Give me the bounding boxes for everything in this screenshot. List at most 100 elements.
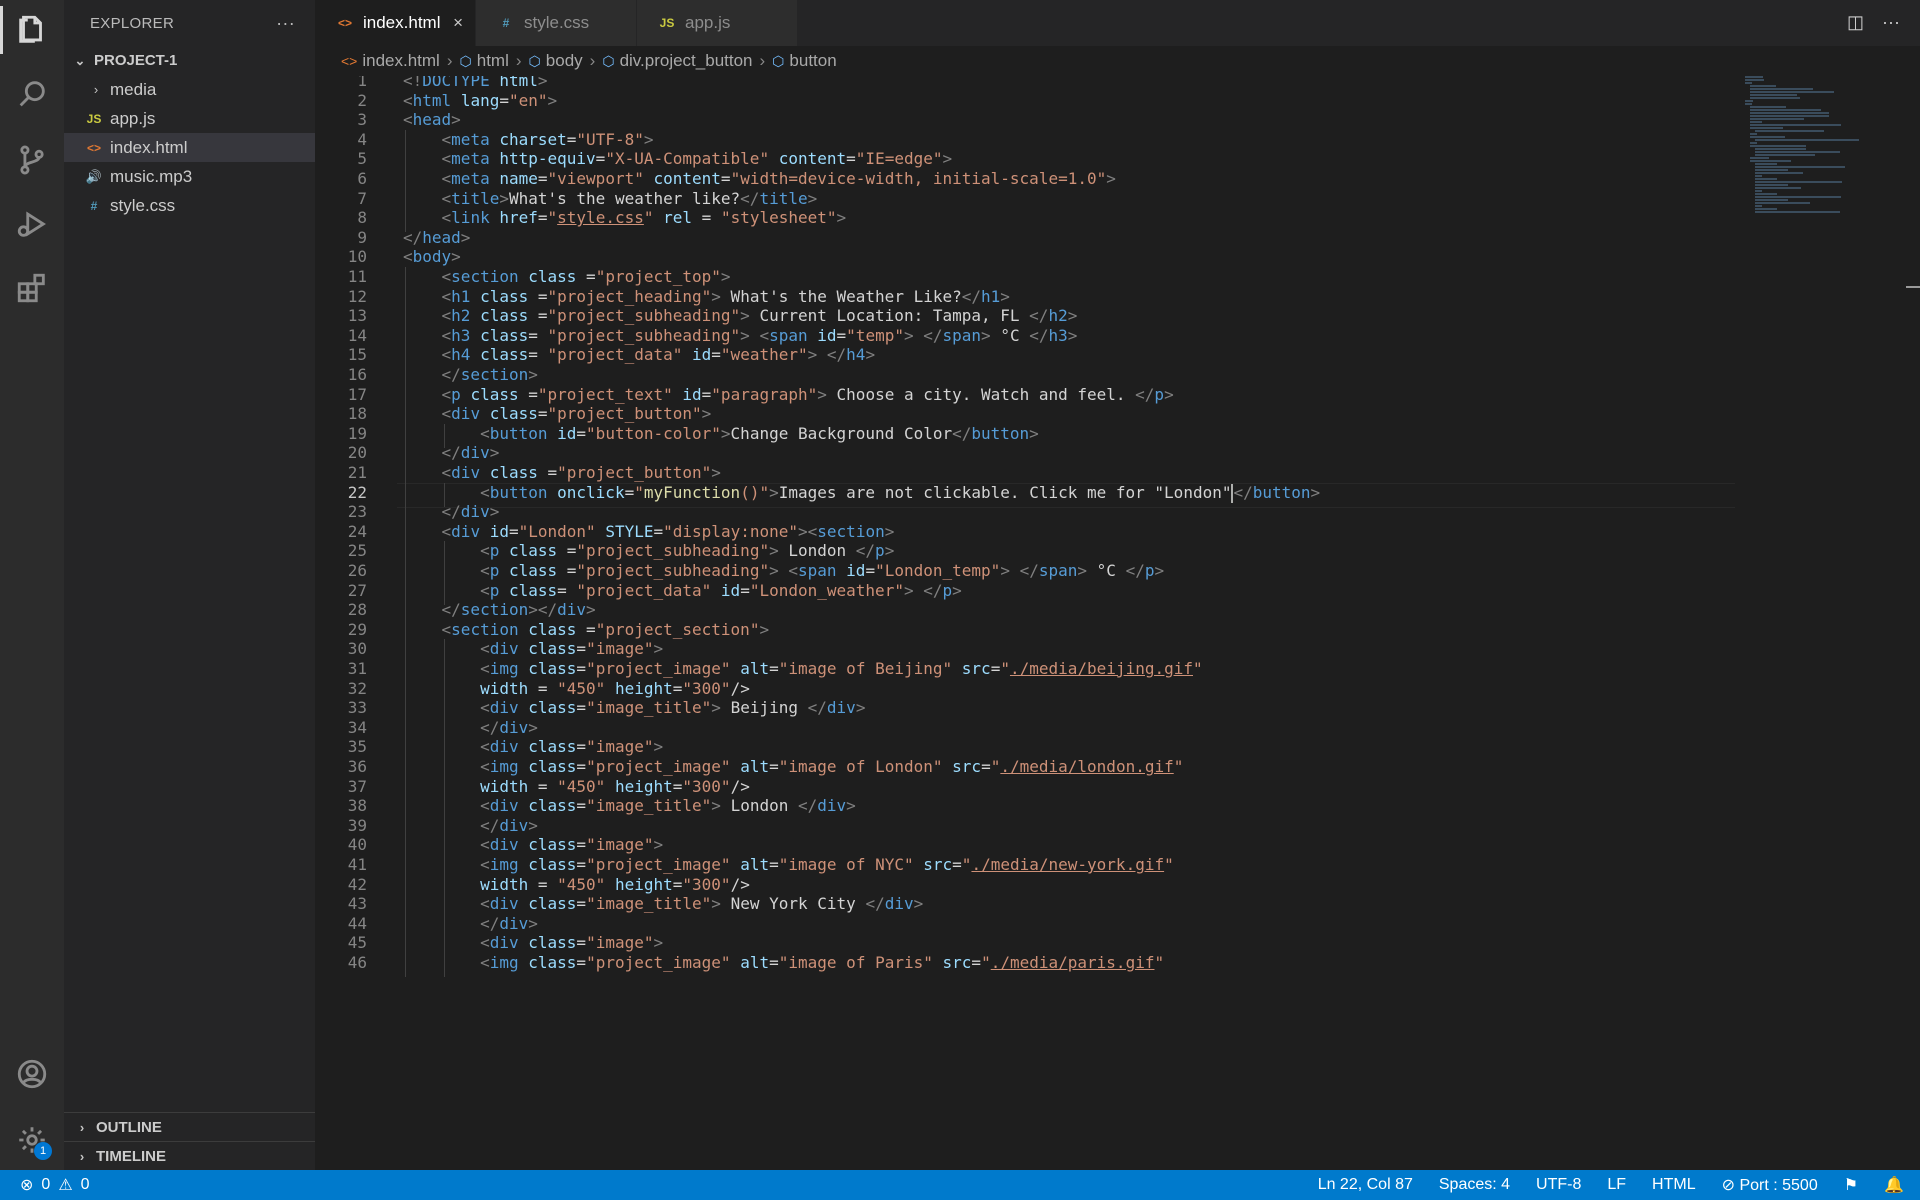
project-folder[interactable]: ⌄ PROJECT-1 <box>64 46 315 75</box>
line-number: 10 <box>347 247 367 267</box>
code-line[interactable]: 43 <div class="image_title"> New York Ci… <box>315 894 1735 919</box>
code-line[interactable]: 44 </div> <box>315 913 1735 938</box>
more-actions-icon[interactable]: ··· <box>276 13 295 34</box>
tree-item-index-html[interactable]: <> index.html <box>64 133 315 162</box>
bell-icon[interactable]: 🔔 <box>1884 1175 1904 1195</box>
minimap-line <box>1754 193 1778 195</box>
tab-style-css[interactable]: # style.css <box>476 0 636 46</box>
cursor-position[interactable]: Ln 22, Col 87 <box>1318 1176 1413 1194</box>
code-line[interactable]: 17 <p class ="project_text" id="paragrap… <box>315 384 1735 409</box>
code-line[interactable]: 9 </head> <box>315 228 1735 248</box>
code-line[interactable]: 35 <div class="image"> <box>315 737 1735 762</box>
code-line[interactable]: 22 <button onclick="myFunction()">Images… <box>315 482 1735 508</box>
code-line[interactable]: 19 <button id="button-color">Change Back… <box>315 423 1735 448</box>
timeline-section[interactable]: › TIMELINE <box>64 1141 315 1170</box>
end-of-line[interactable]: LF <box>1607 1176 1626 1194</box>
code-line[interactable]: 36 <img class="project_image" alt="image… <box>315 757 1735 781</box>
split-editor-icon[interactable]: ◫ <box>1847 12 1864 33</box>
line-number: 24 <box>347 521 367 541</box>
source-control-icon[interactable] <box>0 130 64 190</box>
account-icon[interactable] <box>0 1044 64 1104</box>
search-icon[interactable] <box>0 64 64 124</box>
encoding[interactable]: UTF-8 <box>1536 1176 1581 1194</box>
tab-app-js[interactable]: JS app.js <box>637 0 797 46</box>
indentation[interactable]: Spaces: 4 <box>1439 1176 1510 1194</box>
code-line[interactable]: 45 <div class="image"> <box>315 933 1735 958</box>
code-line[interactable]: 27 <p class= "project_data" id="London_w… <box>315 580 1735 605</box>
code-line[interactable]: 25 <p class ="project_subheading"> Londo… <box>315 541 1735 566</box>
code-line[interactable]: 23 </div> <box>315 502 1735 527</box>
code-line[interactable]: 10 <body> <box>315 247 1735 267</box>
minimap-line <box>1749 133 1757 135</box>
code-line[interactable]: 30 <div class="image"> <box>315 639 1735 664</box>
code-line[interactable]: 4 <meta charset="UTF-8"> <box>315 129 1735 154</box>
run-debug-icon[interactable] <box>0 194 64 254</box>
breadcrumb-item[interactable]: body <box>546 51 583 71</box>
code-line[interactable]: 37 width = "450" height="300"/> <box>315 776 1735 801</box>
live-server-port[interactable]: ⊘ Port : 5500 <box>1722 1175 1818 1195</box>
code-line[interactable]: 20 </div> <box>315 443 1735 468</box>
code-text: <div class="image"> <box>480 933 664 953</box>
breadcrumb-item[interactable]: div.project_button <box>620 51 753 71</box>
code-line[interactable]: 2 <html lang="en"> <box>315 91 1735 111</box>
code-line[interactable]: 11 <section class ="project_top"> <box>315 267 1735 291</box>
line-number: 43 <box>347 894 367 914</box>
code-line[interactable]: 34 </div> <box>315 717 1735 742</box>
tree-item-style-css[interactable]: # style.css <box>64 191 315 220</box>
code-line[interactable]: 16 </section> <box>315 365 1735 389</box>
explorer-icon[interactable] <box>0 0 64 60</box>
code-line[interactable]: 1 <!DOCTYPE html> <box>315 76 1735 91</box>
settings-gear-icon[interactable]: 1 <box>0 1110 64 1170</box>
tree-item-music-mp3[interactable]: 🔊 music.mp3 <box>64 162 315 191</box>
minimap[interactable] <box>1745 76 1905 296</box>
extensions-icon[interactable] <box>0 258 64 318</box>
language-mode[interactable]: HTML <box>1652 1176 1696 1194</box>
code-line[interactable]: 33 <div class="image_title"> Beijing </d… <box>315 698 1735 723</box>
code-line[interactable]: 21 <div class ="project_button"> <box>315 463 1735 487</box>
line-number: 11 <box>347 267 367 286</box>
code-line[interactable]: 6 <meta name="viewport" content="width=d… <box>315 169 1735 193</box>
line-number: 29 <box>347 619 367 639</box>
code-line[interactable]: 42 width = "450" height="300"/> <box>315 874 1735 899</box>
code-line[interactable]: 38 <div class="image_title"> London </di… <box>315 796 1735 821</box>
problems-indicator[interactable]: ⊗ 0 ⚠ 0 <box>20 1175 90 1195</box>
feedback-icon[interactable]: ⚑ <box>1844 1175 1858 1195</box>
code-line[interactable]: 26 <p class ="project_subheading"> <span… <box>315 561 1735 585</box>
code-line[interactable]: 14 <h3 class= "project_subheading"> <spa… <box>315 325 1735 350</box>
code-line[interactable]: 13 <h2 class ="project_subheading"> Curr… <box>315 306 1735 331</box>
minimap-line <box>1749 106 1786 108</box>
scrollbar-thumb[interactable] <box>1906 286 1920 288</box>
more-actions-icon[interactable]: ··· <box>1882 12 1900 33</box>
breadcrumb-file[interactable]: index.html <box>362 51 439 71</box>
breadcrumb-item[interactable]: button <box>789 51 836 71</box>
outline-section[interactable]: › OUTLINE <box>64 1112 315 1141</box>
tree-item-app-js[interactable]: JS app.js <box>64 104 315 133</box>
tab-index-html[interactable]: <> index.html × <box>315 0 475 46</box>
code-line[interactable]: 28 </section></div> <box>315 600 1735 625</box>
code-line[interactable]: 8 <link href="style.css" rel = "styleshe… <box>315 208 1735 233</box>
code-line[interactable]: 7 <title>What's the weather like?</title… <box>315 188 1735 213</box>
code-line[interactable]: 46 <img class="project_image" alt="image… <box>315 953 1735 977</box>
code-line[interactable]: 39 </div> <box>315 815 1735 840</box>
code-text: </div> <box>480 717 538 737</box>
breadcrumb-item[interactable]: html <box>477 51 509 71</box>
line-number: 42 <box>347 874 367 894</box>
code-line[interactable]: 40 <div class="image"> <box>315 835 1735 860</box>
code-line[interactable]: 3 <head> <box>315 110 1735 130</box>
code-line[interactable]: 32 width = "450" height="300"/> <box>315 678 1735 703</box>
code-line[interactable]: 15 <h4 class= "project_data" id="weather… <box>315 345 1735 370</box>
project-name: PROJECT-1 <box>94 52 178 69</box>
code-line[interactable]: 29 <section class ="project_section"> <box>315 619 1735 644</box>
close-icon[interactable]: × <box>453 13 463 33</box>
code-line[interactable]: 31 <img class="project_image" alt="image… <box>315 659 1735 683</box>
code-line[interactable]: 5 <meta http-equiv="X-UA-Compatible" con… <box>315 149 1735 174</box>
code-line[interactable]: 24 <div id="London" STYLE="display:none"… <box>315 521 1735 546</box>
minimap-line <box>1754 154 1815 156</box>
code-line[interactable]: 12 <h1 class ="project_heading"> What's … <box>315 286 1735 311</box>
code-line[interactable]: 18 <div class="project_button"> <box>315 404 1735 429</box>
code-line[interactable]: 41 <img class="project_image" alt="image… <box>315 855 1735 879</box>
tree-item-media[interactable]: › media <box>64 75 315 104</box>
explorer-header: EXPLORER ··· <box>64 0 315 46</box>
code-editor[interactable]: 1 <!DOCTYPE html> 2 <html lang="en"> 3 <head>… <box>315 76 1735 1170</box>
minimap-line <box>1749 97 1801 99</box>
